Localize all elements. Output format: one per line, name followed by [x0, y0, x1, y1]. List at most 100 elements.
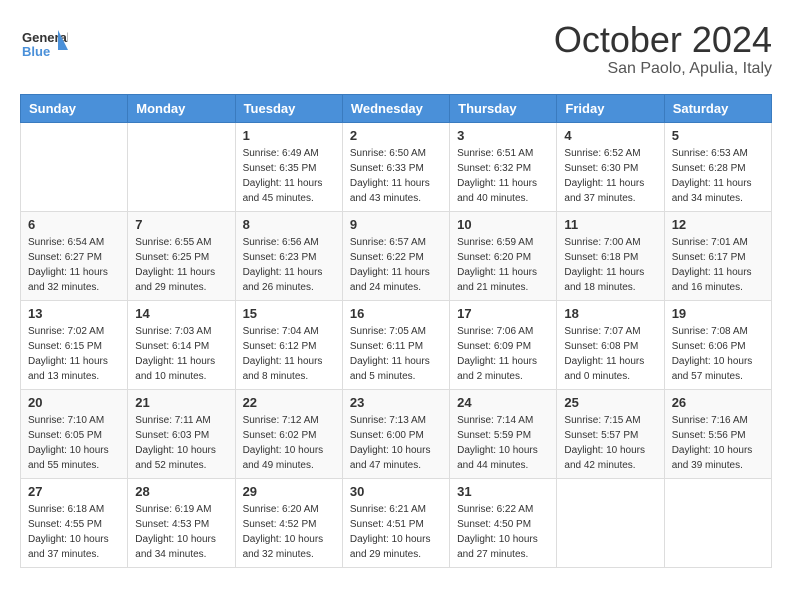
calendar-cell: 12 Sunrise: 7:01 AM Sunset: 6:17 PM Dayli…: [664, 211, 771, 300]
cell-content: Sunrise: 7:15 AM Sunset: 5:57 PM Dayligh…: [564, 413, 656, 473]
day-number: 1: [243, 128, 335, 143]
cell-content: Sunrise: 7:03 AM Sunset: 6:14 PM Dayligh…: [135, 324, 227, 384]
day-number: 2: [350, 128, 442, 143]
cell-content: Sunrise: 6:59 AM Sunset: 6:20 PM Dayligh…: [457, 235, 549, 295]
calendar-cell: 4Sunrise: 6:52 AM Sunset: 6:30 PM Daylig…: [557, 122, 664, 211]
day-number: 15: [243, 306, 335, 321]
cell-content: Sunrise: 6:21 AM Sunset: 4:51 PM Dayligh…: [350, 502, 442, 562]
cell-content: Sunrise: 7:06 AM Sunset: 6:09 PM Dayligh…: [457, 324, 549, 384]
calendar-cell: 3 Sunrise: 6:51 AM Sunset: 6:32 PM Daylig…: [450, 122, 557, 211]
month-title: October 2024: [554, 20, 772, 60]
day-number: 14: [135, 306, 227, 321]
cell-content: Sunrise: 6:56 AM Sunset: 6:23 PM Dayligh…: [243, 235, 335, 295]
day-number: 6: [28, 217, 120, 232]
day-number: 5: [672, 128, 764, 143]
week-row-3: 13 Sunrise: 7:02 AM Sunset: 6:15 PM Dayli…: [21, 300, 772, 389]
calendar-cell: 21 Sunrise: 7:11 AM Sunset: 6:03 PM Dayli…: [128, 389, 235, 478]
day-number: 28: [135, 484, 227, 499]
day-header-monday: Monday: [128, 94, 235, 122]
day-header-friday: Friday: [557, 94, 664, 122]
calendar-header: SundayMondayTuesdayWednesdayThursdayFrid…: [21, 94, 772, 122]
calendar-cell: 23 Sunrise: 7:13 AM Sunset: 6:00 PM Dayli…: [342, 389, 449, 478]
calendar-cell: 24Sunrise: 7:14 AM Sunset: 5:59 PM Dayli…: [450, 389, 557, 478]
cell-content: Sunrise: 6:19 AM Sunset: 4:53 PM Dayligh…: [135, 502, 227, 562]
day-number: 23: [350, 395, 442, 410]
day-number: 21: [135, 395, 227, 410]
cell-content: Sunrise: 6:49 AM Sunset: 6:35 PM Dayligh…: [243, 146, 335, 206]
cell-content: Sunrise: 7:12 AM Sunset: 6:02 PM Dayligh…: [243, 413, 335, 473]
cell-content: Sunrise: 7:07 AM Sunset: 6:08 PM Dayligh…: [564, 324, 656, 384]
calendar-cell: 25 Sunrise: 7:15 AM Sunset: 5:57 PM Dayli…: [557, 389, 664, 478]
cell-content: Sunrise: 6:53 AM Sunset: 6:28 PM Dayligh…: [672, 146, 764, 206]
day-number: 29: [243, 484, 335, 499]
cell-content: Sunrise: 6:51 AM Sunset: 6:32 PM Dayligh…: [457, 146, 549, 206]
day-header-tuesday: Tuesday: [235, 94, 342, 122]
cell-content: Sunrise: 7:08 AM Sunset: 6:06 PM Dayligh…: [672, 324, 764, 384]
cell-content: Sunrise: 6:55 AM Sunset: 6:25 PM Dayligh…: [135, 235, 227, 295]
cell-content: Sunrise: 6:20 AM Sunset: 4:52 PM Dayligh…: [243, 502, 335, 562]
subtitle: San Paolo, Apulia, Italy: [554, 60, 772, 78]
day-number: 13: [28, 306, 120, 321]
header-row: SundayMondayTuesdayWednesdayThursdayFrid…: [21, 94, 772, 122]
cell-content: Sunrise: 6:57 AM Sunset: 6:22 PM Dayligh…: [350, 235, 442, 295]
day-number: 4: [564, 128, 656, 143]
day-number: 12: [672, 217, 764, 232]
day-number: 10: [457, 217, 549, 232]
svg-text:Blue: Blue: [22, 44, 50, 59]
cell-content: Sunrise: 7:16 AM Sunset: 5:56 PM Dayligh…: [672, 413, 764, 473]
calendar-cell: 6 Sunrise: 6:54 AM Sunset: 6:27 PM Daylig…: [21, 211, 128, 300]
calendar-cell: 13 Sunrise: 7:02 AM Sunset: 6:15 PM Dayli…: [21, 300, 128, 389]
calendar-cell: 27 Sunrise: 6:18 AM Sunset: 4:55 PM Dayli…: [21, 478, 128, 567]
cell-content: Sunrise: 7:00 AM Sunset: 6:18 PM Dayligh…: [564, 235, 656, 295]
calendar-cell: [664, 478, 771, 567]
day-number: 20: [28, 395, 120, 410]
day-number: 22: [243, 395, 335, 410]
logo-icon: General Blue: [20, 20, 68, 68]
cell-content: Sunrise: 7:04 AM Sunset: 6:12 PM Dayligh…: [243, 324, 335, 384]
calendar-cell: 29 Sunrise: 6:20 AM Sunset: 4:52 PM Dayli…: [235, 478, 342, 567]
calendar-cell: 10 Sunrise: 6:59 AM Sunset: 6:20 PM Dayli…: [450, 211, 557, 300]
day-number: 7: [135, 217, 227, 232]
calendar-cell: [557, 478, 664, 567]
cell-content: Sunrise: 6:22 AM Sunset: 4:50 PM Dayligh…: [457, 502, 549, 562]
cell-content: Sunrise: 6:54 AM Sunset: 6:27 PM Dayligh…: [28, 235, 120, 295]
day-number: 26: [672, 395, 764, 410]
cell-content: Sunrise: 7:02 AM Sunset: 6:15 PM Dayligh…: [28, 324, 120, 384]
calendar-cell: 19 Sunrise: 7:08 AM Sunset: 6:06 PM Dayli…: [664, 300, 771, 389]
day-number: 24: [457, 395, 549, 410]
day-header-saturday: Saturday: [664, 94, 771, 122]
day-number: 19: [672, 306, 764, 321]
calendar-cell: 22 Sunrise: 7:12 AM Sunset: 6:02 PM Dayli…: [235, 389, 342, 478]
calendar-cell: 26 Sunrise: 7:16 AM Sunset: 5:56 PM Dayli…: [664, 389, 771, 478]
calendar-cell: 18 Sunrise: 7:07 AM Sunset: 6:08 PM Dayli…: [557, 300, 664, 389]
cell-content: Sunrise: 6:50 AM Sunset: 6:33 PM Dayligh…: [350, 146, 442, 206]
cell-content: Sunrise: 7:13 AM Sunset: 6:00 PM Dayligh…: [350, 413, 442, 473]
week-row-2: 6 Sunrise: 6:54 AM Sunset: 6:27 PM Daylig…: [21, 211, 772, 300]
day-number: 17: [457, 306, 549, 321]
calendar-cell: 9 Sunrise: 6:57 AM Sunset: 6:22 PM Daylig…: [342, 211, 449, 300]
calendar-cell: 5 Sunrise: 6:53 AM Sunset: 6:28 PM Daylig…: [664, 122, 771, 211]
calendar-cell: 14 Sunrise: 7:03 AM Sunset: 6:14 PM Dayli…: [128, 300, 235, 389]
day-header-thursday: Thursday: [450, 94, 557, 122]
calendar-cell: 16 Sunrise: 7:05 AM Sunset: 6:11 PM Dayli…: [342, 300, 449, 389]
day-number: 9: [350, 217, 442, 232]
cell-content: Sunrise: 7:05 AM Sunset: 6:11 PM Dayligh…: [350, 324, 442, 384]
day-number: 3: [457, 128, 549, 143]
cell-content: Sunrise: 7:01 AM Sunset: 6:17 PM Dayligh…: [672, 235, 764, 295]
logo: General Blue: [20, 20, 68, 68]
calendar-cell: 30 Sunrise: 6:21 AM Sunset: 4:51 PM Dayli…: [342, 478, 449, 567]
calendar-body: 1 Sunrise: 6:49 AM Sunset: 6:35 PM Daylig…: [21, 122, 772, 567]
day-header-wednesday: Wednesday: [342, 94, 449, 122]
day-number: 16: [350, 306, 442, 321]
day-number: 31: [457, 484, 549, 499]
calendar-cell: [21, 122, 128, 211]
cell-content: Sunrise: 6:18 AM Sunset: 4:55 PM Dayligh…: [28, 502, 120, 562]
day-number: 8: [243, 217, 335, 232]
day-number: 25: [564, 395, 656, 410]
day-number: 27: [28, 484, 120, 499]
calendar-cell: 2 Sunrise: 6:50 AM Sunset: 6:33 PM Daylig…: [342, 122, 449, 211]
day-number: 18: [564, 306, 656, 321]
calendar-cell: 28 Sunrise: 6:19 AM Sunset: 4:53 PM Dayli…: [128, 478, 235, 567]
day-number: 30: [350, 484, 442, 499]
cell-content: Sunrise: 7:11 AM Sunset: 6:03 PM Dayligh…: [135, 413, 227, 473]
